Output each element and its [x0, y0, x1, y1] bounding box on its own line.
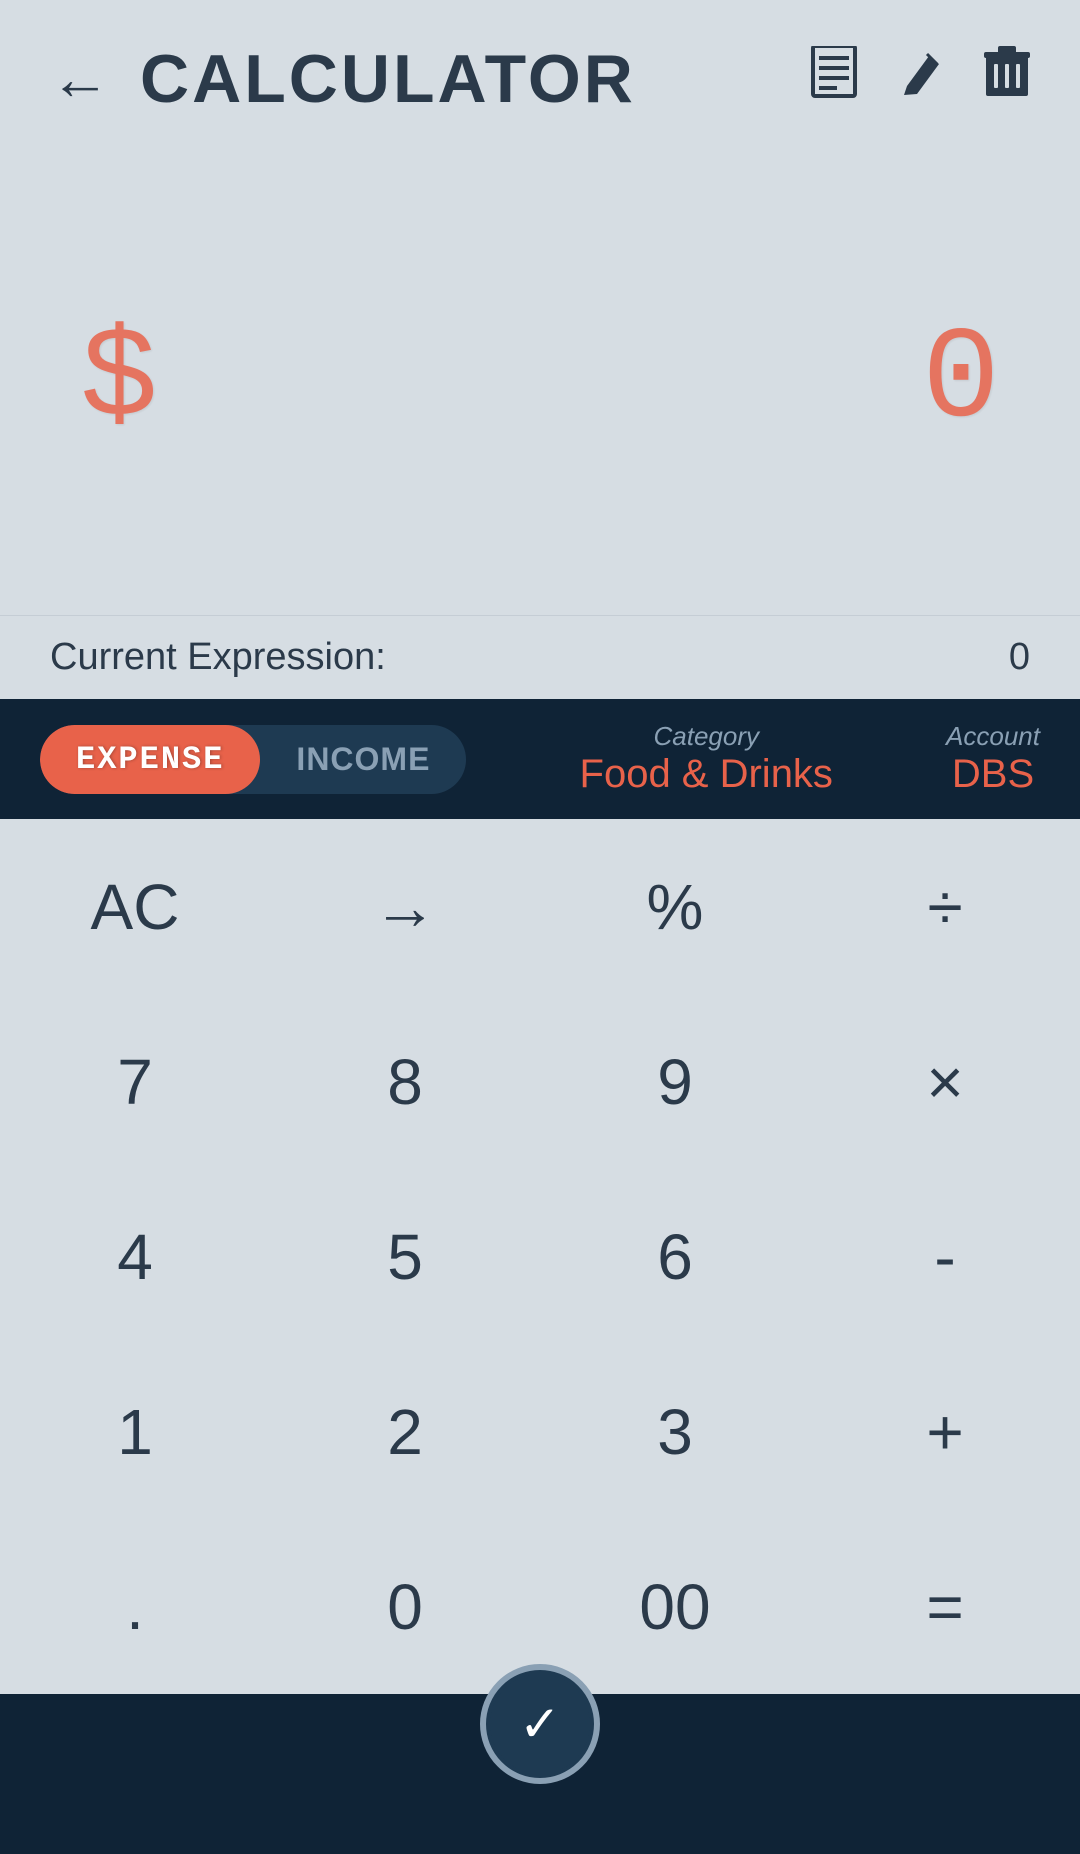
key-op[interactable]: → — [270, 819, 540, 994]
toggle-group: EXPENSE INCOME — [40, 725, 466, 794]
key-op[interactable]: + — [810, 1344, 1080, 1519]
delete-icon[interactable] — [984, 46, 1030, 112]
page-title: CALCULATOR — [140, 40, 809, 118]
key-6[interactable]: 6 — [540, 1169, 810, 1344]
key-op[interactable]: . — [0, 1519, 270, 1694]
account-label: Account — [946, 721, 1040, 752]
header-icons — [809, 46, 1030, 113]
edit-icon[interactable] — [899, 48, 944, 110]
key-3[interactable]: 3 — [540, 1344, 810, 1519]
key-op[interactable]: ÷ — [810, 819, 1080, 994]
key-op[interactable]: = — [810, 1519, 1080, 1694]
checkmark-icon: ✓ — [519, 1695, 561, 1753]
key-9[interactable]: 9 — [540, 994, 810, 1169]
confirm-button[interactable]: ✓ — [480, 1664, 600, 1784]
key-00[interactable]: 00 — [540, 1519, 810, 1694]
account-value: DBS — [952, 752, 1034, 797]
expense-toggle[interactable]: EXPENSE — [40, 725, 260, 794]
confirm-inner: ✓ — [490, 1674, 590, 1774]
key-2[interactable]: 2 — [270, 1344, 540, 1519]
key-AC[interactable]: AC — [0, 819, 270, 994]
income-toggle[interactable]: INCOME — [260, 725, 466, 794]
amount-display: $ 0 — [60, 308, 1020, 455]
key-op[interactable]: × — [810, 994, 1080, 1169]
key-8[interactable]: 8 — [270, 994, 540, 1169]
key-0[interactable]: 0 — [270, 1519, 540, 1694]
key-op[interactable]: % — [540, 819, 810, 994]
key-7[interactable]: 7 — [0, 994, 270, 1169]
key-4[interactable]: 4 — [0, 1169, 270, 1344]
expression-label: Current Expression: — [50, 636, 386, 679]
header: ← CALCULATOR — [0, 0, 1080, 148]
currency-symbol: $ — [80, 308, 158, 455]
expression-value: 0 — [1009, 636, 1030, 679]
category-label: Category — [653, 721, 759, 752]
key-1[interactable]: 1 — [0, 1344, 270, 1519]
display-area: $ 0 — [0, 148, 1080, 615]
key-op[interactable]: - — [810, 1169, 1080, 1344]
category-value: Food & Drinks — [580, 752, 833, 797]
expression-bar: Current Expression: 0 — [0, 615, 1080, 699]
account-info[interactable]: Account DBS — [946, 721, 1040, 797]
receipt-icon[interactable] — [809, 46, 859, 113]
category-info[interactable]: Category Food & Drinks — [506, 721, 906, 797]
bottom-bar: ✓ — [0, 1694, 1080, 1854]
back-button[interactable]: ← — [50, 49, 110, 109]
amount-value: 0 — [922, 308, 1000, 455]
category-bar: EXPENSE INCOME Category Food & Drinks Ac… — [0, 699, 1080, 819]
key-5[interactable]: 5 — [270, 1169, 540, 1344]
keypad: AC→%÷789×456-123+.000= — [0, 819, 1080, 1694]
